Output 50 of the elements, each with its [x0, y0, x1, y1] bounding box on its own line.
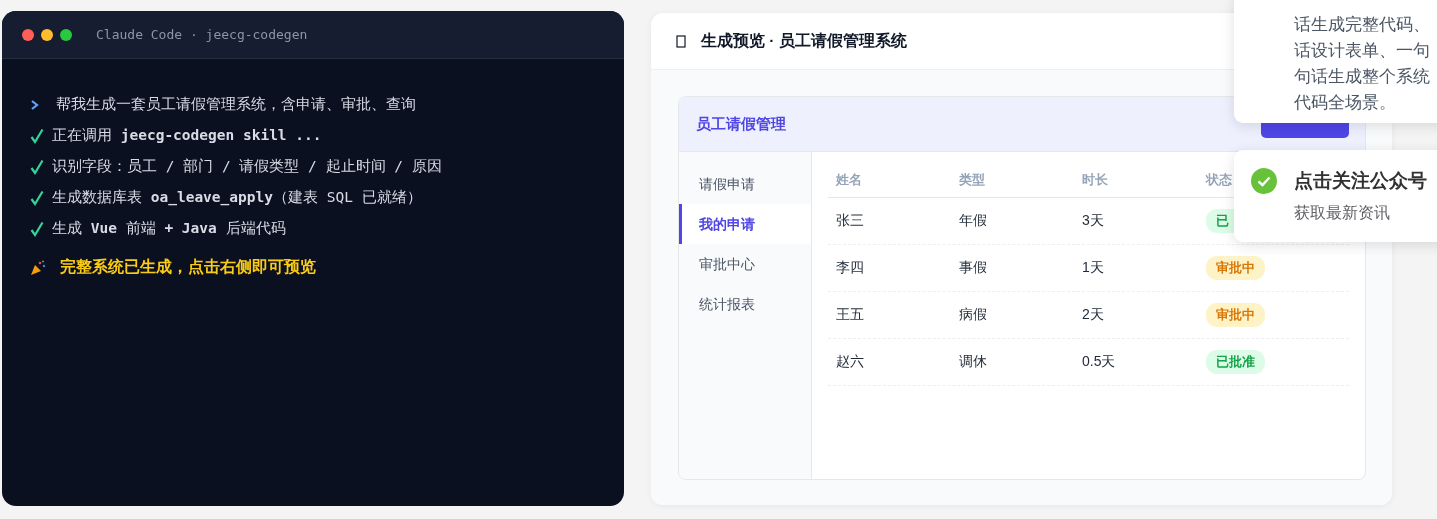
success-check-icon — [1251, 168, 1277, 194]
table-cell: 张三 — [836, 212, 864, 230]
table-cell: 王五 — [836, 306, 864, 324]
chevron-icon — [30, 98, 40, 111]
notification-title: 点击关注公众号 — [1294, 169, 1427, 193]
notification-text: 话生成完整代码、 — [1294, 14, 1431, 35]
terminal-line: 正在调用 jeecg-codegen skill ... — [52, 126, 322, 145]
terminal-line: 识别字段：员工 / 部门 / 请假类型 / 起止时间 / 原因 — [52, 157, 442, 176]
terminal-line: 生成 Vue 前端 + Java 后端代码 — [52, 219, 286, 238]
sidebar-item[interactable]: 请假申请 — [679, 164, 811, 204]
table-cell: 年假 — [959, 212, 987, 230]
window-title: Claude Code · jeecg-codegen — [96, 27, 308, 42]
status-badge: 审批中 — [1206, 303, 1265, 327]
notification-text: 话设计表单、一句 — [1294, 40, 1431, 61]
status-badge: 审批中 — [1206, 256, 1265, 280]
table-cell: 赵六 — [836, 353, 864, 371]
table-cell: 3天 — [1082, 212, 1104, 230]
terminal-line: 完整系统已生成，点击右侧即可预览 — [60, 257, 316, 278]
notification-text: 代码全场景。 — [1294, 92, 1397, 113]
notification-text: 句话生成整个系统 — [1294, 66, 1431, 87]
sidebar-item[interactable]: 统计报表 — [679, 284, 811, 324]
preview-title: 生成预览 · 员工请假管理系统 — [701, 30, 907, 51]
table-cell: 事假 — [959, 259, 987, 277]
document-icon — [676, 34, 686, 48]
table-cell: 1天 — [1082, 259, 1104, 277]
table-cell: 病假 — [959, 306, 987, 324]
maximize-dot-icon[interactable] — [60, 28, 72, 41]
column-header: 时长 — [1082, 170, 1108, 189]
check-icon — [30, 158, 44, 175]
notification[interactable]: 点击关注公众号 获取最新资讯 — [1234, 150, 1437, 242]
column-header: 类型 — [959, 170, 985, 189]
party-popper-icon — [30, 259, 46, 276]
check-icon — [30, 189, 44, 206]
table-cell: 李四 — [836, 259, 864, 277]
table-cell: 2天 — [1082, 306, 1104, 324]
terminal-line: 生成数据库表 oa_leave_apply（建表 SQL 已就绪） — [52, 188, 422, 207]
close-dot-icon[interactable] — [22, 28, 34, 41]
notification-message: 获取最新资讯 — [1294, 203, 1391, 223]
status-badge: 已批准 — [1206, 350, 1265, 374]
check-icon — [30, 220, 44, 237]
minimize-dot-icon[interactable] — [41, 28, 53, 41]
column-header: 姓名 — [836, 170, 862, 189]
terminal-line: 帮我生成一套员工请假管理系统，含申请、审批、查询 — [56, 95, 416, 114]
column-header: 状态 — [1206, 170, 1232, 189]
sidebar-item[interactable]: 审批中心 — [679, 244, 811, 284]
table-cell: 0.5天 — [1082, 353, 1116, 371]
table-cell: 调休 — [959, 353, 987, 371]
check-icon — [30, 127, 44, 144]
sidebar-item[interactable]: 我的申请 — [679, 204, 811, 244]
panel-title: 员工请假管理 — [696, 114, 786, 134]
